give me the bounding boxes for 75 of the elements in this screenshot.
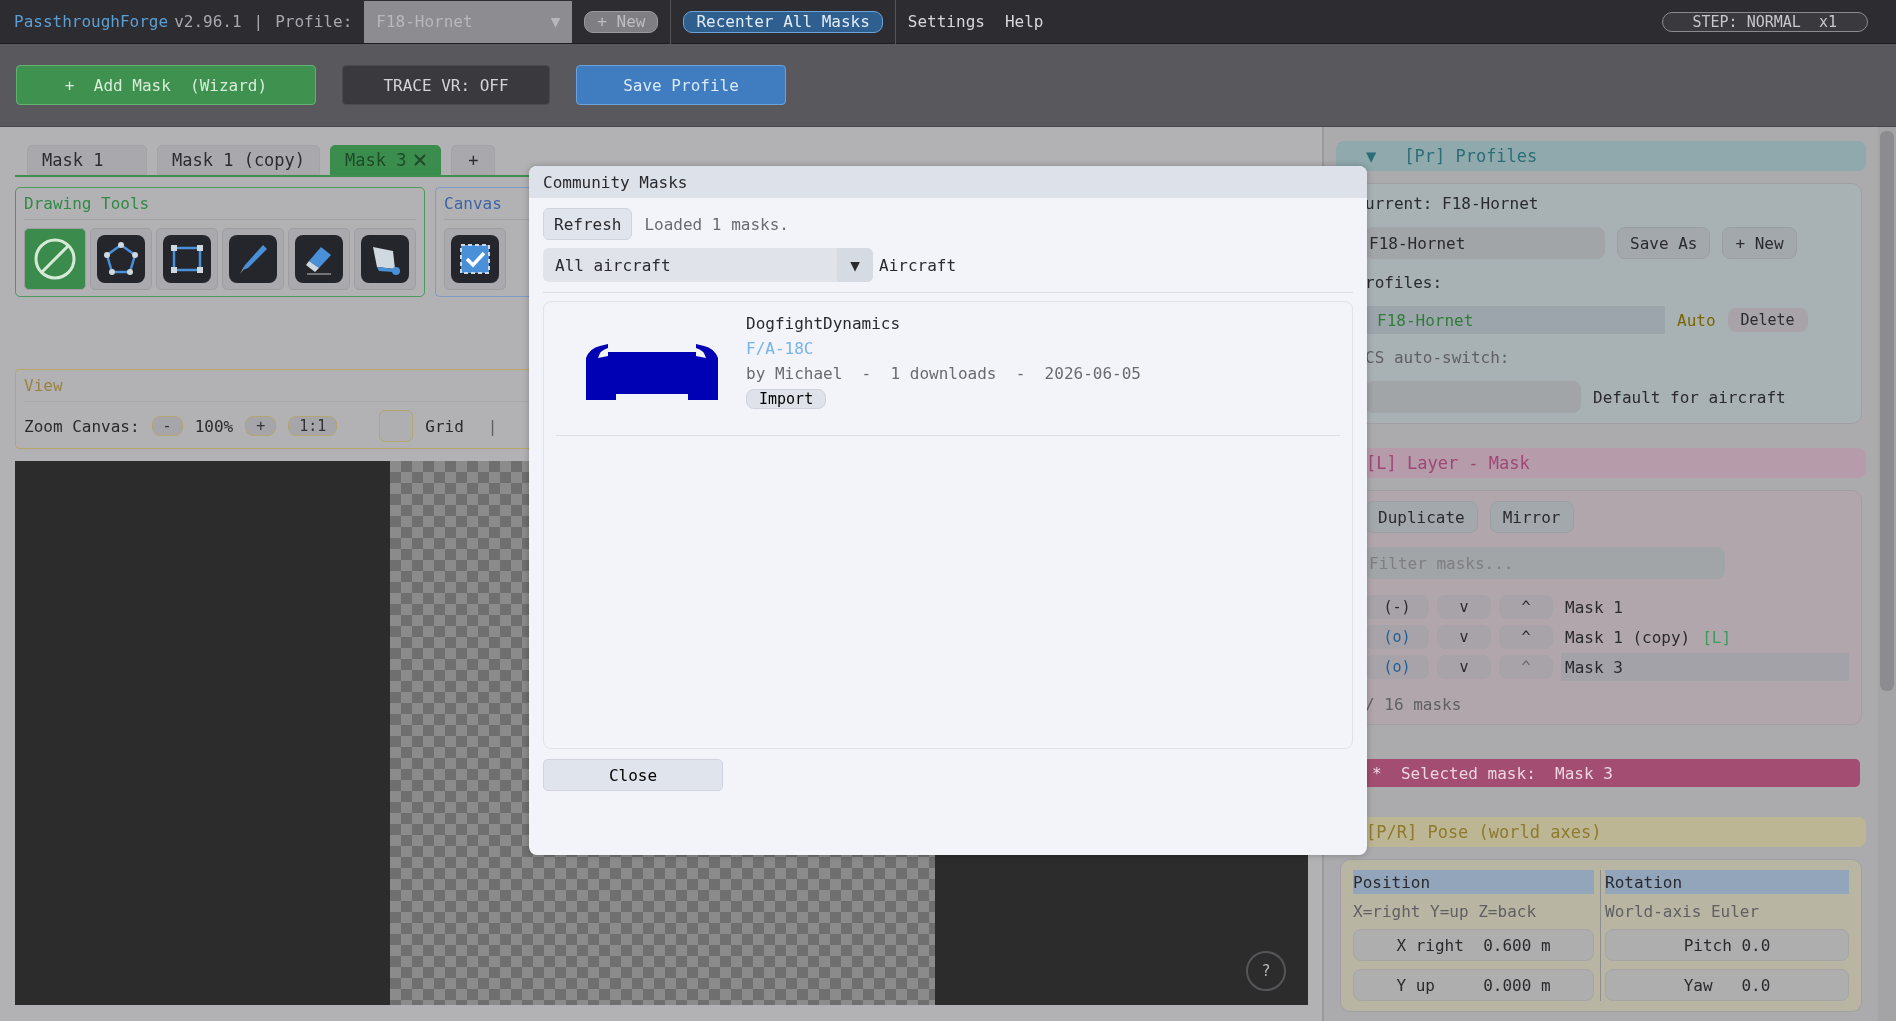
value-field[interactable]: X right 0.600 m: [1353, 929, 1594, 961]
status-text: Loaded 1 masks.: [644, 214, 789, 234]
add-tab-button[interactable]: +: [451, 145, 496, 175]
move-down-button[interactable]: v: [1437, 625, 1491, 649]
mask-list-item[interactable]: Mask 3: [1561, 653, 1849, 681]
import-button[interactable]: Import: [746, 389, 827, 409]
profile-label: Profile:: [275, 12, 353, 31]
help-button[interactable]: ?: [1246, 951, 1286, 991]
actual-size-button[interactable]: 1:1: [288, 416, 338, 436]
section-title: [P/R] Pose (world axes): [1366, 822, 1602, 842]
layer-button[interactable]: Duplicate: [1365, 501, 1478, 533]
save-as-button[interactable]: Save As: [1617, 227, 1711, 259]
new-profile-button[interactable]: + New: [1722, 227, 1797, 259]
layer-tag: [L]: [1702, 627, 1732, 647]
mask-details: by Michael - 1 downloads - 2026-06-05: [746, 364, 1142, 383]
delete-button[interactable]: Delete: [1727, 308, 1808, 332]
toolbar-button[interactable]: + Add Mask (Wizard): [16, 65, 316, 105]
refresh-button[interactable]: Refresh: [543, 208, 633, 240]
zoom-label: Zoom Canvas:: [24, 416, 140, 436]
author-name: DogfightDynamics: [746, 314, 902, 333]
aircraft-dropdown[interactable]: All aircraft ▼: [543, 248, 873, 282]
section-title: [L] Layer - Mask: [1366, 453, 1530, 473]
current-profile-label: urrent: F18-Hornet: [1365, 194, 1539, 213]
grid-checkbox[interactable]: [379, 410, 414, 442]
column-header: Position: [1353, 870, 1594, 894]
close-icon[interactable]: [414, 154, 427, 166]
app-title: PassthroughForge: [14, 12, 169, 31]
separator-label: |: [487, 416, 498, 436]
menu-item[interactable]: Settings: [907, 12, 985, 31]
layer-button[interactable]: Mirror: [1489, 501, 1574, 533]
auto-label: Auto: [1677, 310, 1716, 330]
default-aircraft-label: Default for aircraft: [1593, 387, 1786, 407]
tool-button[interactable]: [288, 228, 350, 290]
zoom-out-button[interactable]: -: [151, 416, 183, 436]
move-down-button[interactable]: v: [1437, 595, 1491, 619]
visibility-toggle[interactable]: (-): [1365, 595, 1429, 619]
panel-title: Drawing Tools: [24, 194, 416, 220]
zoom-in-button[interactable]: +: [245, 416, 277, 436]
expanded-arrow-icon: ▼: [1366, 146, 1377, 166]
mask-list-item[interactable]: Mask 1 (copy) [L]: [1561, 623, 1849, 651]
tool-button[interactable]: [354, 228, 416, 290]
move-down-button[interactable]: v: [1437, 655, 1491, 679]
mask-list-item[interactable]: Mask 1: [1561, 593, 1849, 621]
value-field[interactable]: Pitch 0.0: [1605, 929, 1849, 961]
move-up-button[interactable]: ^: [1499, 595, 1553, 619]
tool-button[interactable]: [222, 228, 284, 290]
dialog-title: Community Masks: [529, 166, 1367, 198]
tool-button[interactable]: [90, 228, 152, 290]
tool-button[interactable]: [156, 228, 218, 290]
hint-text: X=right Y=up Z=back: [1353, 902, 1538, 921]
profile-name-field[interactable]: F18-Hornet: [1365, 227, 1605, 259]
step-badge: STEP: NORMAL x1: [1661, 11, 1868, 32]
toolbar-button[interactable]: Save Profile: [576, 65, 786, 105]
close-button[interactable]: Close: [543, 759, 723, 791]
value-field[interactable]: Y up 0.000 m: [1353, 969, 1594, 1001]
value-field[interactable]: Yaw 0.0: [1605, 969, 1849, 1001]
separator-label: |: [253, 12, 264, 31]
tool-button[interactable]: [444, 228, 506, 290]
mask-tab[interactable]: Mask 1 (copy): [157, 145, 321, 175]
aircraft-field[interactable]: [1365, 381, 1581, 413]
mask-tab[interactable]: Mask 1: [27, 145, 147, 175]
scrollbar-thumb[interactable]: [1880, 131, 1894, 691]
section-title: [Pr] Profiles: [1404, 146, 1538, 166]
version-label: v2.96.1: [174, 12, 242, 31]
grid-label: Grid: [425, 416, 464, 436]
aircraft-label: Aircraft: [879, 255, 957, 275]
toolbar-button[interactable]: TRACE VR: OFF: [342, 65, 550, 105]
menu-item[interactable]: Help: [1004, 12, 1044, 31]
recenter-button[interactable]: Recenter All Masks: [683, 10, 883, 33]
hint-text: World-axis Euler: [1605, 902, 1761, 921]
profiles-label: rofiles:: [1365, 273, 1443, 292]
move-up-button[interactable]: ^: [1499, 625, 1553, 649]
column-header: Rotation: [1605, 870, 1849, 894]
zoom-value: 100%: [194, 416, 234, 436]
polygon-icon: [103, 241, 139, 277]
